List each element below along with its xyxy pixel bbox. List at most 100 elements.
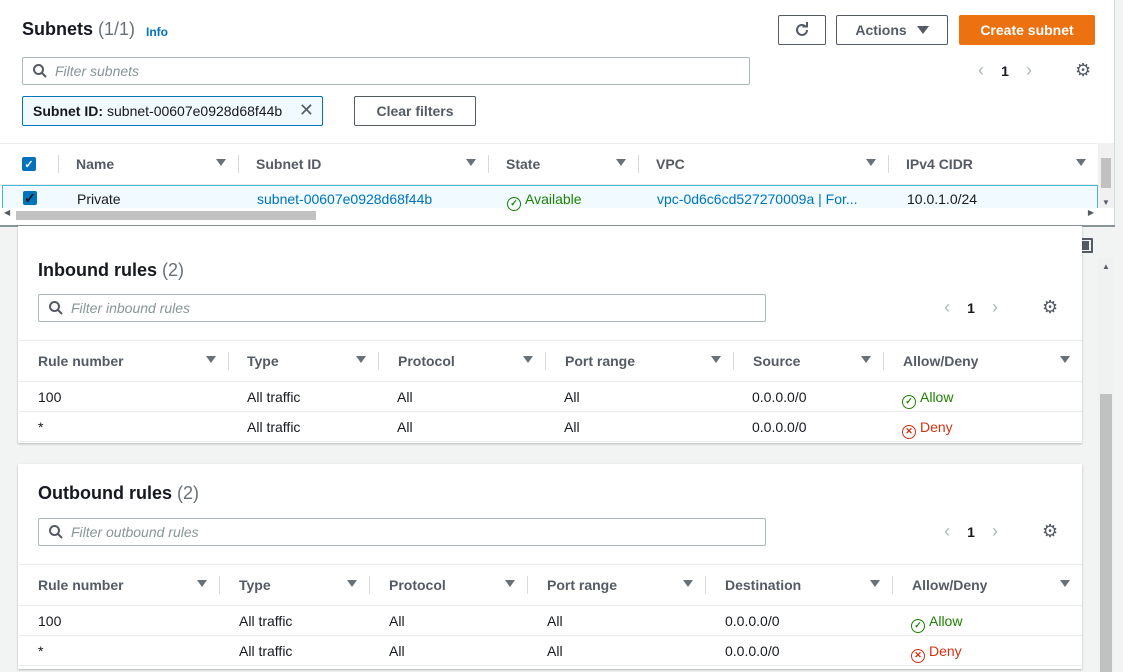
settings-gear-icon[interactable]: ⚙ [1042,297,1058,318]
inbound-search-field[interactable] [38,294,766,322]
search-icon [49,525,63,539]
cell-rule-number: * [38,643,44,659]
cell-subnet-id[interactable]: subnet-00607e0928d68f44b [257,191,432,207]
scroll-left-icon[interactable]: ◀ [4,208,10,217]
inbound-search-input[interactable] [71,300,716,316]
table-row[interactable]: * All traffic All All 0.0.0.0/0 ✕ Deny [18,636,1082,666]
cell-allow-deny: ✕ Deny [902,419,953,439]
outbound-rules-panel: Outbound rules (2) ‹ 1 › ⚙ Rule number T… [18,464,1082,669]
sort-icon [347,580,357,587]
column-label: Allow/Deny [903,353,979,369]
vertical-scrollbar[interactable]: ▼ [1098,143,1114,208]
x-circle-icon: ✕ [911,648,925,663]
column-label: Port range [547,577,618,593]
clear-filters-button[interactable]: Clear filters [354,96,476,126]
column-header-allow-deny[interactable]: Allow/Deny [892,565,1082,605]
column-header-destination[interactable]: Destination [705,565,892,605]
column-header-type[interactable]: Type [219,565,369,605]
panel-count: (2) [162,260,185,280]
sort-icon [861,356,871,363]
table-row[interactable]: 100 All traffic All All 0.0.0.0/0 ✓ Allow [18,382,1082,412]
column-header-subnet-id[interactable]: Subnet ID [238,144,488,184]
prev-page-icon[interactable]: ‹ [966,60,996,81]
column-label: Destination [725,577,802,593]
next-page-icon[interactable]: › [980,297,1010,318]
column-header-protocol[interactable]: Protocol [369,565,527,605]
select-all-checkbox[interactable]: ✓ [22,144,62,184]
subnet-search-field[interactable] [22,57,750,85]
column-header-state[interactable]: State [488,144,638,184]
table-row[interactable]: * All traffic All All 0.0.0.0/0 ✕ Deny [18,412,1082,442]
refresh-icon [796,22,808,36]
cell-source: 0.0.0.0/0 [752,419,807,435]
sort-icon [1076,159,1086,166]
column-label: Type [247,353,279,369]
scrollbar-thumb[interactable] [1100,394,1112,672]
cell-port-range: All [547,613,563,629]
page-number[interactable]: 1 [962,524,980,540]
sort-icon [683,580,693,587]
remove-filter-icon[interactable]: ✕ [299,100,314,121]
column-header-rule-number[interactable]: Rule number [18,341,228,381]
subnet-search-input[interactable] [55,63,700,79]
subnet-pagination: ‹ 1 › [966,60,1044,81]
column-label: Type [239,577,271,593]
scrollbar-thumb[interactable] [16,211,316,220]
scroll-right-icon[interactable]: ▶ [1088,208,1094,217]
cell-protocol: All [397,389,413,405]
page-title: Subnets (1/1) [22,19,135,40]
column-header-protocol[interactable]: Protocol [378,341,545,381]
next-page-icon[interactable]: › [980,521,1010,542]
inbound-rules-panel: Inbound rules (2) ‹ 1 › ⚙ Rule number Ty… [18,226,1082,443]
settings-gear-icon[interactable]: ⚙ [1075,60,1091,81]
row-checkbox[interactable]: ✓ [23,190,37,206]
subnets-panel: Subnets (1/1) Info Actions Create subnet… [0,0,1115,226]
refresh-button[interactable] [778,15,826,45]
cell-destination: 0.0.0.0/0 [725,643,780,659]
table-row[interactable]: 100 All traffic All All 0.0.0.0/0 ✓ Allow [18,606,1082,636]
column-header-port-range[interactable]: Port range [527,565,705,605]
page-number[interactable]: 1 [962,300,980,316]
sort-icon [870,580,880,587]
details-vertical-scrollbar[interactable]: ▲ [1098,258,1114,672]
actions-button[interactable]: Actions [836,15,948,45]
outbound-search-input[interactable] [71,524,716,540]
settings-gear-icon[interactable]: ⚙ [1042,521,1058,542]
cell-port-range: All [564,419,580,435]
inbound-rules-title: Inbound rules (2) [38,260,184,281]
subnet-table-header: ✓ Name Subnet ID State VPC IPv4 CIDR [0,143,1098,185]
outbound-pagination: ‹ 1 › [932,521,1010,542]
outbound-search-field[interactable] [38,518,766,546]
column-header-name[interactable]: Name [58,144,238,184]
cell-type: All traffic [239,613,293,629]
sort-icon [356,356,366,363]
scroll-down-icon[interactable]: ▼ [1102,198,1110,207]
cell-type: All traffic [239,643,293,659]
column-header-ipv4-cidr[interactable]: IPv4 CIDR [888,144,1098,184]
scroll-up-icon[interactable]: ▲ [1102,262,1110,271]
column-header-vpc[interactable]: VPC [638,144,888,184]
column-header-source[interactable]: Source [733,341,883,381]
info-link[interactable]: Info [146,25,168,39]
cell-vpc[interactable]: vpc-0d6c6cd527270009a | For... [657,191,858,207]
filter-token: Subnet ID: subnet-00607e0928d68f44b ✕ [22,96,323,126]
scrollbar-thumb[interactable] [1101,158,1111,188]
prev-page-icon[interactable]: ‹ [932,521,962,542]
horizontal-scrollbar[interactable]: ◀ ▶ [4,208,1098,222]
prev-page-icon[interactable]: ‹ [932,297,962,318]
column-header-rule-number[interactable]: Rule number [18,565,219,605]
cell-rule-number: * [38,419,44,435]
subnets-count: (1/1) [98,19,136,39]
column-header-port-range[interactable]: Port range [545,341,733,381]
subnets-title-text: Subnets [22,19,94,39]
column-header-type[interactable]: Type [228,341,378,381]
create-subnet-button[interactable]: Create subnet [959,15,1095,45]
sort-icon [523,356,533,363]
column-header-allow-deny[interactable]: Allow/Deny [883,341,1082,381]
column-label: Subnet ID [256,156,322,172]
table-row[interactable]: ✓ Private subnet-00607e0928d68f44b ✓ Avai… [2,185,1098,211]
column-label: Port range [565,353,636,369]
action-label: Allow [929,613,963,629]
page-number[interactable]: 1 [996,63,1014,79]
next-page-icon[interactable]: › [1014,60,1044,81]
